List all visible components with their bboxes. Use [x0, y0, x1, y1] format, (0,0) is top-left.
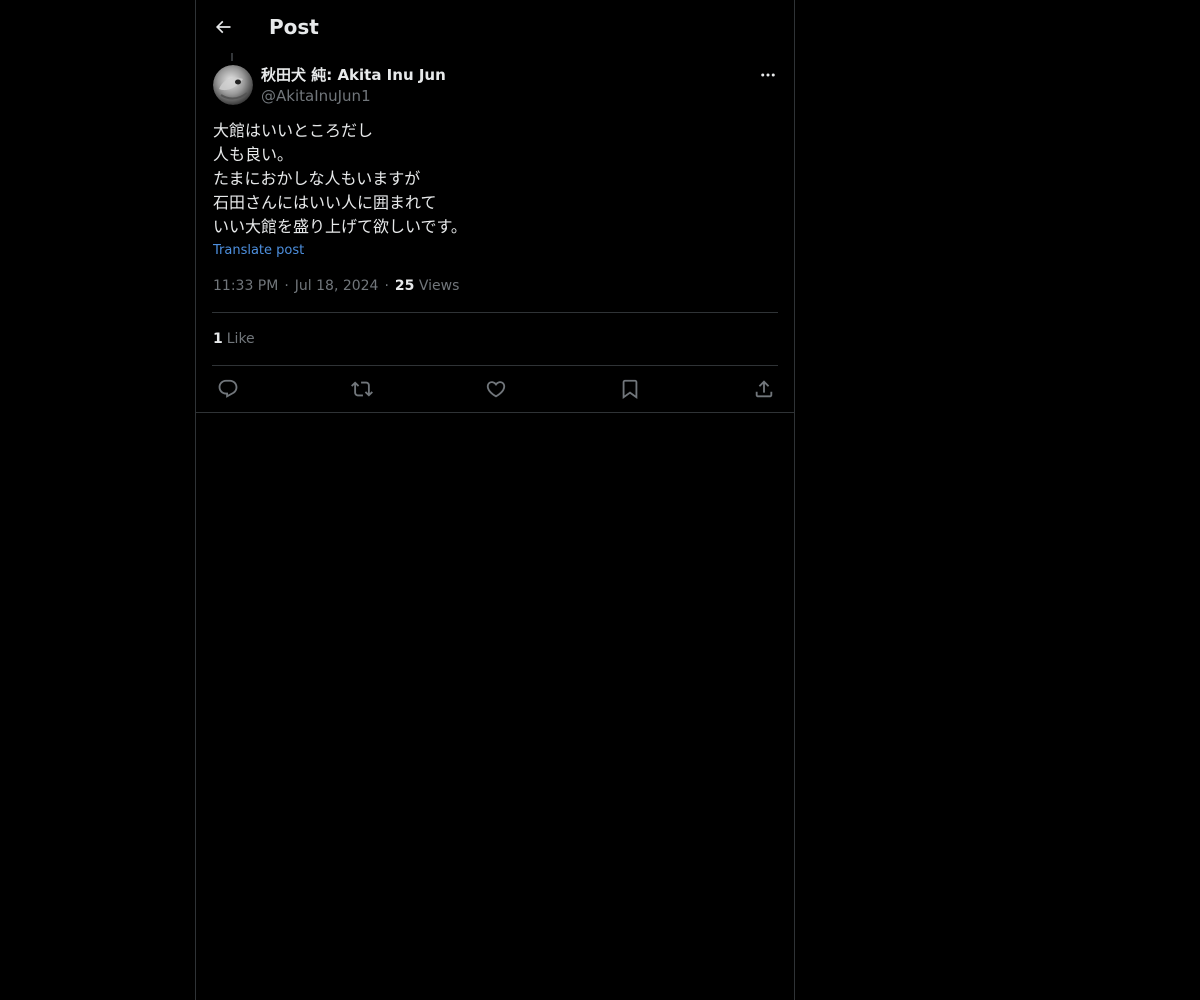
back-button[interactable]: [206, 10, 240, 44]
more-horizontal-icon: [761, 73, 775, 77]
post-text: 大館はいいところだし 人も良い。 たまにおかしな人もいますが 石田さんにはいい人…: [213, 119, 778, 239]
bookmark-icon: [622, 379, 638, 400]
arrow-left-icon: [215, 20, 231, 34]
reply-icon: [218, 379, 238, 398]
bookmark-button[interactable]: [618, 377, 642, 401]
post-text-line: 大館はいいところだし: [213, 121, 374, 140]
avatar-image: [213, 65, 253, 105]
share-button[interactable]: [752, 377, 776, 401]
post-metadata: 11:33 PM · Jul 18, 2024 · 25 Views: [213, 276, 459, 296]
post-text-line: たまにおかしな人もいますが: [213, 169, 421, 188]
heart-icon: [486, 381, 506, 398]
more-options-button[interactable]: [756, 64, 780, 86]
post-text-line: 石田さんにはいい人に囲まれて: [213, 193, 437, 212]
likes-label: Like: [226, 331, 255, 347]
repost-button[interactable]: [350, 377, 374, 401]
avatar[interactable]: [213, 65, 253, 105]
thread-connector-line: [231, 53, 233, 61]
page-title: Post: [269, 15, 319, 39]
post-text-line: 人も良い。: [213, 145, 294, 164]
post-actions-bar: [196, 366, 794, 412]
translate-post-link[interactable]: Translate post: [213, 242, 304, 260]
main-column: Post 秋田犬 純: Akita Inu Jun @AkitaInuJun1: [195, 0, 795, 1000]
post-text-line: いい大館を盛り上げて欲しいです。: [213, 217, 467, 236]
reply-button[interactable]: [216, 377, 240, 401]
likes-count: 1: [213, 331, 223, 347]
post-time[interactable]: 11:33 PM: [213, 278, 278, 294]
views-count: 25: [394, 278, 415, 294]
share-icon: [755, 380, 773, 398]
page-header: Post: [196, 0, 794, 53]
author-handle[interactable]: @AkitaInuJun1: [261, 86, 371, 106]
author-display-name[interactable]: 秋田犬 純: Akita Inu Jun: [261, 65, 446, 85]
post-date[interactable]: Jul 18, 2024: [295, 278, 379, 294]
divider: [212, 312, 778, 313]
repost-icon: [351, 381, 373, 397]
views-label: Views: [418, 278, 460, 294]
separator-dot: ·: [384, 278, 389, 294]
likes-summary[interactable]: 1 Like: [213, 329, 255, 349]
post-bottom-border: [196, 412, 794, 413]
separator-dot: ·: [284, 278, 289, 294]
like-button[interactable]: [484, 377, 508, 401]
